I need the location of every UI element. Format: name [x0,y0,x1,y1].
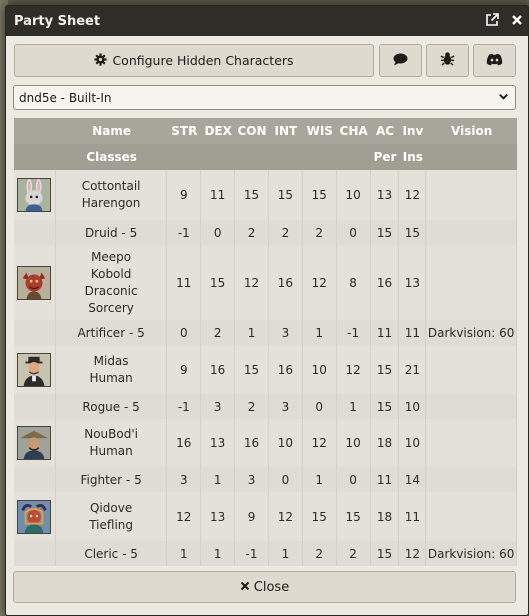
character-name: Midas Human [56,345,168,394]
bug-icon [440,51,455,70]
discord-icon [486,51,503,70]
configure-hidden-characters-button[interactable]: Configure Hidden Characters [14,44,374,77]
character-class: Artificer - 5 [56,320,168,345]
header-row: Name STR DEX CON INT WIS CHA AC Inv Visi… [14,118,517,144]
window-title: Party Sheet [14,13,101,29]
chat-button[interactable] [379,44,422,77]
character-class-row: Fighter - 5 3 1 3 0 1 0 11 14 [14,467,517,492]
header-con: CON [237,124,267,138]
character-class-row: Rogue - 5 -1 3 2 3 0 1 15 10 [14,394,517,419]
character-row[interactable]: Midas Human 9 16 15 16 10 12 15 21 [14,345,517,394]
portrait-noubodi[interactable] [17,426,52,460]
character-class: Rogue - 5 [56,394,168,419]
character-row[interactable]: NouBod'i Human 16 13 16 10 12 10 18 10 [14,419,517,467]
configure-hidden-characters-label: Configure Hidden Characters [112,53,294,68]
character-name: Meepo Kobold Draconic Sorcery [56,245,168,320]
portrait-meepo[interactable] [17,265,52,300]
header-int: INT [274,124,298,138]
header-ac: AC [375,124,395,138]
character-class: Cleric - 5 [56,541,168,566]
bug-report-button[interactable] [426,44,469,77]
toolbar: Configure Hidden Characters [14,44,519,79]
header-wis: WIS [306,124,333,138]
character-class-row: Cleric - 5 1 1 -1 1 2 2 15 12 Darkvision… [14,541,517,566]
portrait-midas[interactable] [17,352,52,387]
character-class: Druid - 5 [56,220,168,245]
speech-bubble-icon [393,51,408,70]
subheader-row: Classes Per Ins [14,144,517,170]
character-name: Qidove Tiefling [56,492,168,541]
popout-icon[interactable] [481,9,503,31]
header-name: Name [92,124,131,138]
character-name: Cottontail Harengon [56,170,168,220]
header-per: Per [373,150,397,164]
gear-icon [94,52,108,69]
chevron-down-icon [498,91,509,105]
system-select-value: dnd5e - Built-In [19,90,112,105]
close-button[interactable]: Close [13,571,516,603]
close-label: Close [253,579,290,595]
close-icon[interactable] [506,9,528,31]
title-bar[interactable]: Party Sheet [6,6,528,36]
close-icon [240,580,250,595]
character-class-row: Artificer - 5 0 2 1 3 1 -1 11 11 Darkvis… [14,320,517,345]
header-inv: Inv [402,124,424,138]
portrait-cottontail[interactable] [17,178,52,212]
character-row[interactable]: Cottontail Harengon 9 11 15 15 15 10 13 1… [14,170,517,220]
header-classes: Classes [86,150,137,164]
header-cha: CHA [339,124,368,138]
header-vision: Vision [451,124,493,138]
header-dex: DEX [204,124,232,138]
header-str: STR [171,124,198,138]
character-class: Fighter - 5 [56,467,168,492]
header-ins: Ins [402,150,423,164]
character-row[interactable]: Meepo Kobold Draconic Sorcery 11 15 12 16 1… [14,245,517,320]
character-name: NouBod'i Human [56,419,168,467]
discord-button[interactable] [473,44,516,77]
portrait-qidove[interactable] [17,499,52,534]
system-select[interactable]: dnd5e - Built-In [13,85,516,110]
party-table: Name STR DEX CON INT WIS CHA AC Inv Visi… [14,118,517,566]
character-row[interactable]: Qidove Tiefling 12 13 9 12 15 15 18 11 [14,492,517,541]
character-class-row: Druid - 5 -1 0 2 2 2 0 15 15 [14,220,517,245]
